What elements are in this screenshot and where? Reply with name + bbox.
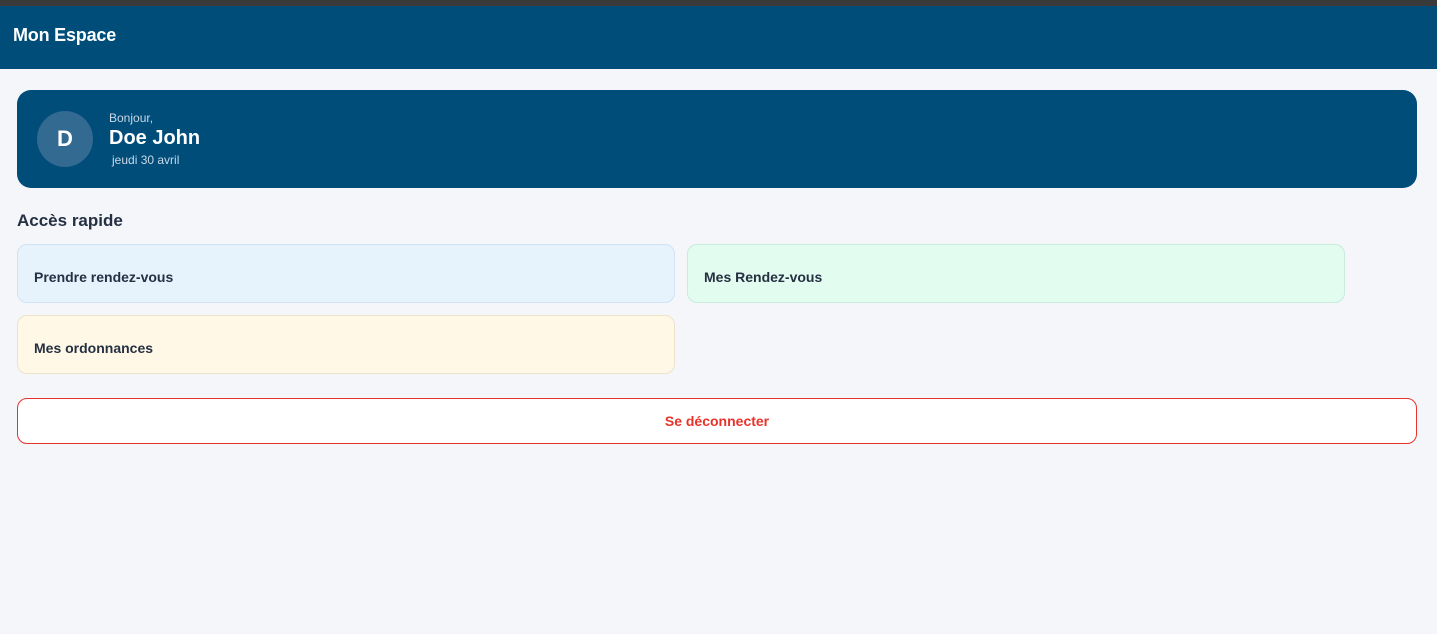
my-prescriptions-label: Mes ordonnances	[34, 340, 154, 356]
greeting-text: Bonjour,	[109, 110, 154, 125]
avatar: D	[37, 111, 93, 167]
welcome-text: Bonjour, Doe John jeudi 30 avril	[109, 111, 200, 168]
logout-label: Se déconnecter	[664, 413, 770, 429]
book-appointment-card[interactable]: Prendre rendez-vous	[17, 244, 675, 303]
welcome-card: D Bonjour, Doe John jeudi 30 avril	[17, 90, 1417, 188]
book-appointment-label: Prendre rendez-vous	[34, 269, 174, 285]
my-appointments-card[interactable]: Mes Rendez-vous	[687, 244, 1345, 303]
logout-button[interactable]: Se déconnecter	[17, 398, 1417, 444]
app-header: Mon Espace	[0, 6, 1437, 69]
current-date: jeudi 30 avril	[112, 152, 180, 167]
my-prescriptions-card[interactable]: Mes ordonnances	[17, 315, 675, 374]
app-title: Mon Espace	[13, 25, 117, 45]
user-name: Doe John	[109, 126, 201, 149]
quick-access-title: Accès rapide	[17, 211, 123, 230]
my-appointments-label: Mes Rendez-vous	[704, 269, 823, 285]
